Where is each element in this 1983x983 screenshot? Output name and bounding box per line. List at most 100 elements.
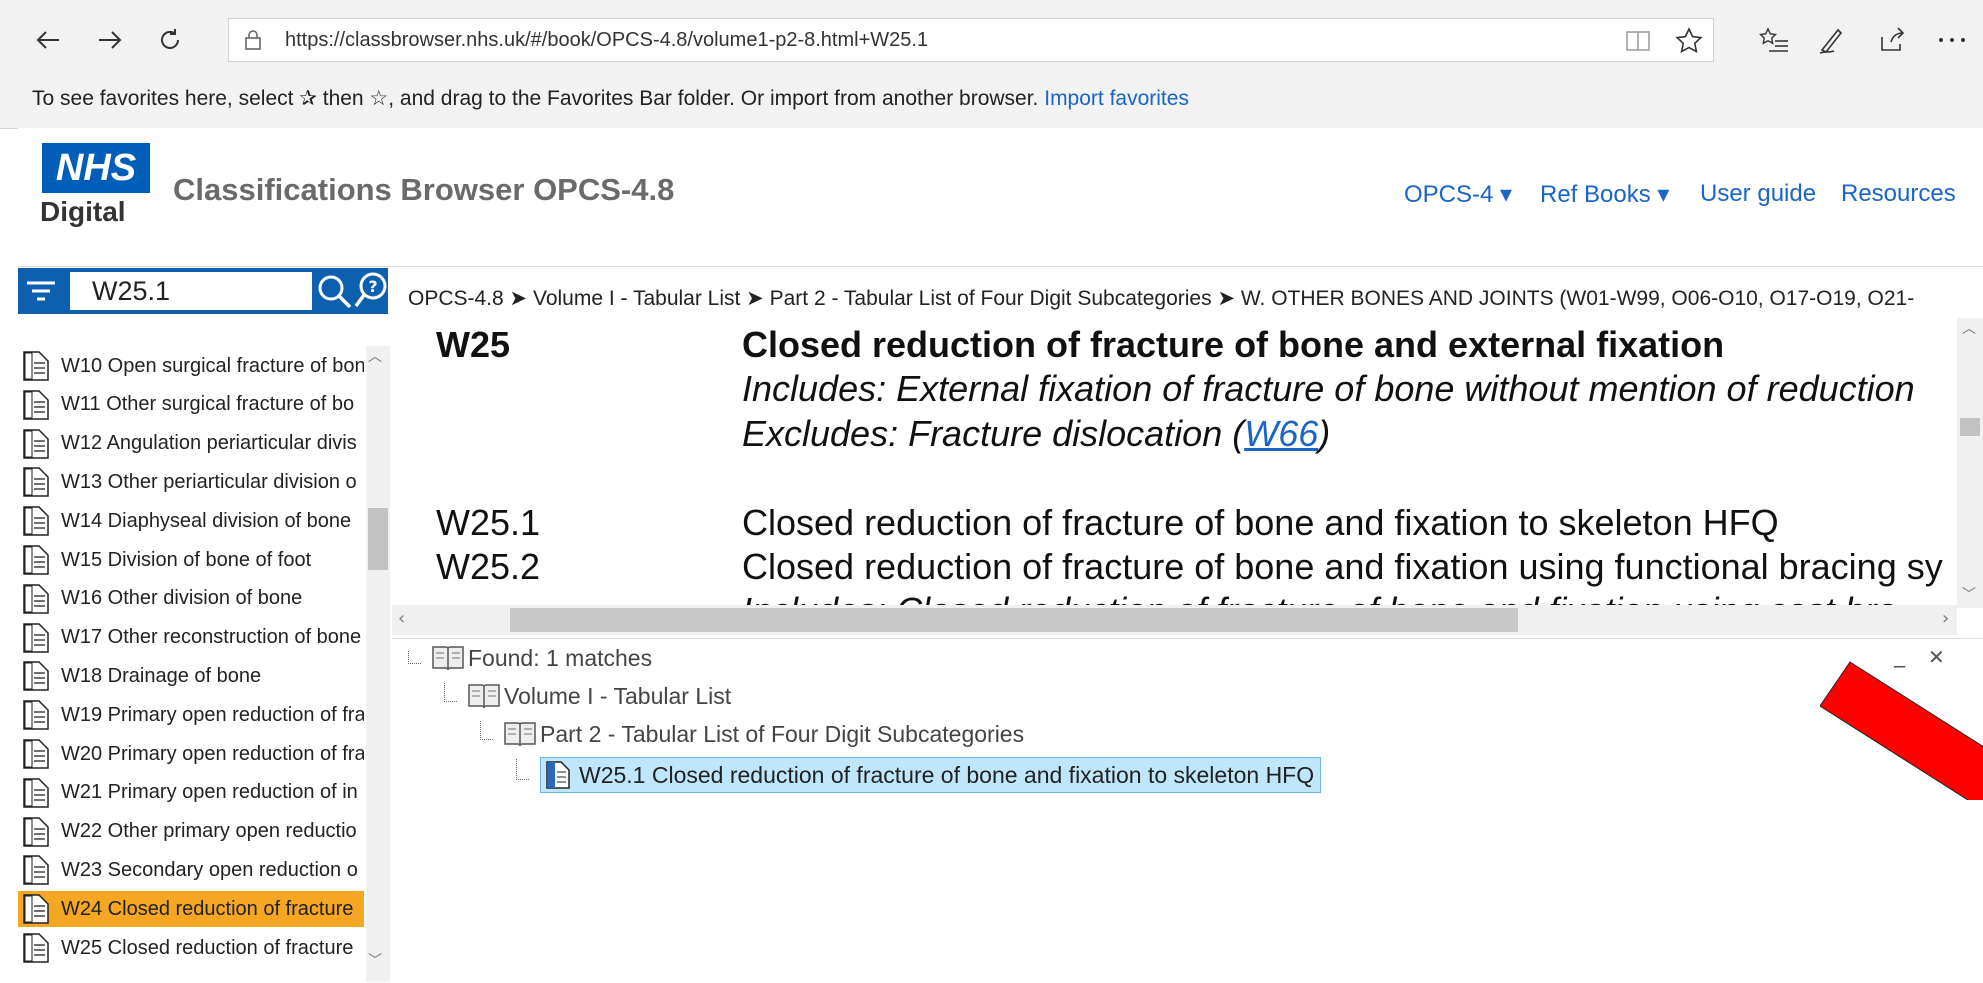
- sidebar-item-label: W12 Angulation periarticular divis: [61, 432, 357, 455]
- sidebar-item[interactable]: W15 Division of bone of foot: [18, 542, 364, 578]
- sidebar-item-label: W25 Closed reduction of fracture: [61, 936, 354, 959]
- favorites-hint: To see favorites here, select ✰ then ☆, …: [32, 87, 1039, 110]
- document-icon: [22, 854, 50, 886]
- sidebar-item[interactable]: W19 Primary open reduction of fra: [18, 697, 364, 733]
- code-tree-sidebar: W10 Open surgical fracture of bon W11 Oth…: [18, 336, 370, 982]
- includes-note: Includes: External fixation of fracture …: [742, 368, 1915, 409]
- lock-icon: [243, 29, 263, 55]
- star-icon[interactable]: [1675, 27, 1703, 57]
- results-volume[interactable]: Volume I - Tabular List: [466, 681, 731, 711]
- content-scroll-down-icon[interactable]: ﹀: [1962, 584, 1976, 604]
- nav-ref-books-dropdown[interactable]: Ref Books ▾: [1540, 180, 1669, 209]
- document-icon: [22, 350, 50, 382]
- nav-resources[interactable]: Resources: [1841, 180, 1956, 208]
- sidebar-item[interactable]: W20 Primary open reduction of fra: [18, 736, 364, 772]
- sidebar-item-label: W22 Other primary open reductio: [61, 820, 357, 843]
- document-icon: [22, 893, 50, 925]
- content-horizontal-scrollbar-thumb[interactable]: [510, 608, 1518, 632]
- code-w25-2: W25.2: [436, 546, 541, 587]
- content-vertical-scrollbar[interactable]: [1957, 318, 1983, 608]
- url-text[interactable]: https://classbrowser.nhs.uk/#/book/OPCS-…: [285, 29, 928, 52]
- document-icon: [22, 816, 50, 848]
- document-icon: [22, 777, 50, 809]
- refresh-icon[interactable]: [148, 20, 192, 60]
- sidebar-item[interactable]: W13 Other periarticular division o: [18, 464, 364, 500]
- sidebar-scrollbar-thumb[interactable]: [368, 508, 388, 570]
- results-part[interactable]: Part 2 - Tabular List of Four Digit Subc…: [502, 719, 1024, 749]
- sidebar-item[interactable]: W24 Closed reduction of fracture: [18, 891, 364, 928]
- search-icon[interactable]: [314, 271, 354, 311]
- import-favorites-link[interactable]: Import favorites: [1044, 87, 1189, 110]
- document-icon: [22, 428, 50, 460]
- sidebar-item[interactable]: W12 Angulation periarticular divis: [18, 426, 364, 462]
- code-w25-1-desc: Closed reduction of fracture of bone and…: [742, 502, 1779, 543]
- document-icon: [545, 760, 571, 790]
- sidebar-item[interactable]: W25 Closed reduction of fracture: [18, 930, 364, 966]
- advanced-search-icon[interactable]: ?: [354, 271, 388, 311]
- address-bar[interactable]: https://classbrowser.nhs.uk/#/book/OPCS-…: [228, 18, 1714, 62]
- code-w25-2-desc: Closed reduction of fracture of bone and…: [742, 546, 1943, 587]
- matched-code-item[interactable]: W25.1 Closed reduction of fracture of bo…: [540, 757, 1322, 793]
- tree-connector: [408, 651, 421, 664]
- sidebar-item-label: W20 Primary open reduction of fra: [61, 742, 364, 765]
- search-bar: ?: [18, 268, 388, 314]
- sidebar-item[interactable]: W14 Diaphyseal division of bone: [18, 503, 364, 539]
- nhs-logo[interactable]: NHS: [42, 143, 150, 193]
- excludes-text: Excludes: Fracture dislocation (: [742, 413, 1245, 454]
- sidebar-item[interactable]: W23 Secondary open reduction o: [18, 852, 364, 888]
- book-icon: [502, 719, 538, 749]
- results-match[interactable]: W25.1 Closed reduction of fracture of bo…: [540, 757, 1322, 793]
- page-title: Classifications Browser OPCS-4.8: [173, 172, 675, 207]
- w66-link[interactable]: W66: [1244, 413, 1318, 454]
- sidebar-item[interactable]: W10 Open surgical fracture of bon: [18, 348, 364, 384]
- sidebar-item[interactable]: W17 Other reconstruction of bone: [18, 620, 364, 656]
- sidebar-item[interactable]: W11 Other surgical fracture of bo: [18, 387, 364, 423]
- filter-icon[interactable]: [24, 274, 58, 308]
- sidebar-item[interactable]: W16 Other division of bone: [18, 581, 364, 617]
- sidebar-item[interactable]: W18 Drainage of bone: [18, 658, 364, 694]
- code-w25-1: W25.1: [436, 502, 541, 543]
- tree-connector: [516, 759, 529, 780]
- sidebar-scrollbar[interactable]: [366, 346, 390, 982]
- document-icon: [22, 699, 50, 731]
- content-vertical-scrollbar-thumb[interactable]: [1960, 418, 1980, 436]
- matched-code-label: W25.1 Closed reduction of fracture of bo…: [579, 761, 1315, 788]
- document-icon: [22, 622, 50, 654]
- excludes-note: Excludes: Fracture dislocation (W66): [742, 413, 1330, 455]
- sidebar-item-label: W13 Other periarticular division o: [61, 470, 357, 493]
- sidebar-item-label: W17 Other reconstruction of bone: [61, 626, 362, 649]
- nav-opcs4-dropdown[interactable]: OPCS-4 ▾: [1404, 180, 1512, 209]
- favorites-bar-message: To see favorites here, select ✰ then ☆, …: [32, 86, 1189, 111]
- forward-arrow-icon[interactable]: [88, 20, 132, 60]
- sidebar-item[interactable]: W21 Primary open reduction of in: [18, 775, 364, 811]
- nav-user-guide[interactable]: User guide: [1700, 180, 1816, 208]
- sidebar-item[interactable]: W22 Other primary open reductio: [18, 814, 364, 850]
- share-icon[interactable]: [1870, 20, 1914, 60]
- reading-view-icon[interactable]: [1625, 29, 1651, 57]
- sidebar-item-label: W15 Division of bone of foot: [61, 548, 312, 571]
- digital-logo-text: Digital: [40, 196, 126, 227]
- scroll-down-icon[interactable]: ﹀: [368, 950, 382, 970]
- part-label: Part 2 - Tabular List of Four Digit Subc…: [540, 720, 1025, 747]
- sidebar-item-label: W24 Closed reduction of fracture: [61, 897, 354, 920]
- document-icon: [22, 389, 50, 421]
- scroll-up-icon[interactable]: ︿: [368, 346, 382, 366]
- more-icon[interactable]: [1930, 20, 1974, 60]
- search-input[interactable]: [70, 272, 312, 310]
- sidebar-item-label: W16 Other division of bone: [61, 587, 303, 610]
- tree-connector: [480, 721, 493, 740]
- back-arrow-icon[interactable]: [26, 20, 70, 60]
- code-w25-2-includes: Includes: Closed reduction of fracture o…: [742, 590, 1897, 605]
- code-w25-title: Closed reduction of fracture of bone and…: [742, 324, 1725, 365]
- scroll-right-icon[interactable]: ›: [1942, 608, 1949, 629]
- pen-icon[interactable]: [1810, 20, 1854, 60]
- sidebar-item-label: W21 Primary open reduction of in: [61, 781, 358, 804]
- book-icon: [430, 643, 466, 673]
- favorites-list-icon[interactable]: [1752, 20, 1796, 60]
- breadcrumb[interactable]: OPCS-4.8 ➤ Volume I - Tabular List ➤ Par…: [408, 286, 1914, 311]
- tabular-content: W25 Closed reduction of fracture of bone…: [392, 320, 1957, 605]
- sidebar-item-label: W14 Diaphyseal division of bone: [61, 509, 352, 532]
- content-scroll-up-icon[interactable]: ︿: [1962, 318, 1976, 338]
- scroll-left-icon[interactable]: ‹: [398, 608, 405, 629]
- results-root[interactable]: Found: 1 matches: [430, 643, 652, 673]
